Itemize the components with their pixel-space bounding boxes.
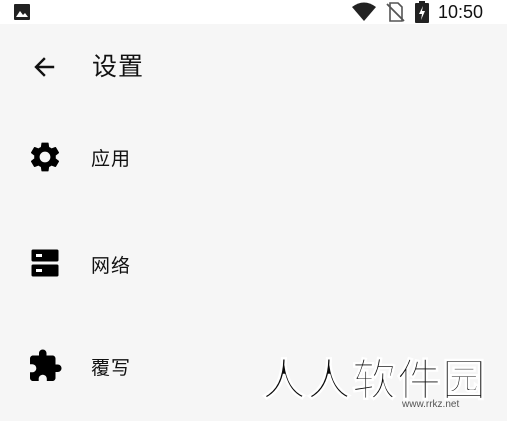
app-bar: 设置 (0, 24, 507, 110)
puzzle-icon (30, 349, 62, 381)
server-icon (31, 249, 59, 277)
watermark-url: www.rrkz.net (402, 399, 460, 410)
no-sim-icon (386, 2, 405, 22)
settings-item-apps[interactable]: 应用 (0, 106, 507, 211)
wifi-icon (352, 2, 376, 21)
settings-item-label: 网络 (91, 255, 132, 277)
settings-item-network[interactable]: 网络 (0, 211, 507, 316)
status-bar: 10:50 (0, 0, 507, 24)
page-title: 设置 (92, 52, 145, 81)
battery-icon (415, 1, 429, 23)
settings-item-label: 覆写 (91, 357, 132, 379)
gallery-icon (14, 4, 30, 20)
settings-item-label: 应用 (91, 148, 132, 170)
gear-icon (30, 142, 60, 172)
arrow-left-icon[interactable] (33, 56, 55, 78)
watermark: 人人软件园 www.rrkz.net (262, 352, 507, 417)
status-time: 10:50 (438, 2, 484, 22)
